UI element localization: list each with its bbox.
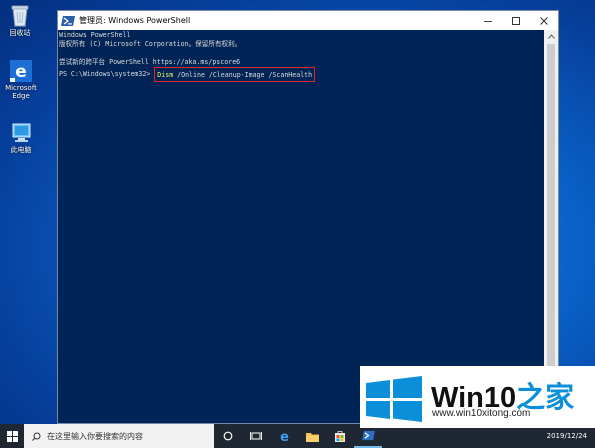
cortana-circle-icon xyxy=(223,431,233,441)
taskbar-store-button[interactable] xyxy=(326,424,354,448)
maximize-icon xyxy=(512,16,520,25)
recycle-bin-icon xyxy=(11,5,29,27)
recycle-bin-label: 回收站 xyxy=(9,29,31,37)
windows-logo-icon xyxy=(366,376,422,422)
edge-label: Microsoft Edge xyxy=(5,84,37,100)
title-bar[interactable]: 管理员: Windows PowerShell xyxy=(58,11,558,30)
desktop-icon-microsoft-edge[interactable]: e Microsoft Edge xyxy=(1,60,41,100)
console-line: 版权所有 (C) Microsoft Corporation。保留所有权利。 xyxy=(59,40,242,48)
edge-icon: e xyxy=(280,430,289,443)
chevron-up-icon xyxy=(547,33,555,39)
svg-text:e: e xyxy=(15,62,27,82)
powershell-window: 管理员: Windows PowerShell Windows PowerShe… xyxy=(57,10,559,424)
task-view-icon xyxy=(250,432,262,440)
computer-icon xyxy=(12,123,31,142)
edge-icon: e xyxy=(10,60,32,82)
desktop-icon-this-pc[interactable]: 此电脑 xyxy=(1,122,41,154)
taskbar-edge-button[interactable]: e xyxy=(270,424,298,448)
folder-icon xyxy=(305,432,319,442)
windows-logo-icon xyxy=(6,430,18,442)
watermark-url: www.win10xitong.com xyxy=(432,408,531,419)
store-bag-icon xyxy=(335,431,345,442)
search-placeholder: 在这里输入你要搜索的内容 xyxy=(47,431,143,441)
close-icon xyxy=(540,16,548,25)
svg-text:e: e xyxy=(280,430,289,443)
close-button[interactable] xyxy=(530,11,558,30)
highlighted-command: Dism /Online /Cleanup-Image /ScanHealth xyxy=(154,67,316,82)
search-icon xyxy=(32,432,41,441)
prompt-text: PS C:\Windows\system32> xyxy=(59,70,155,78)
console-line: Windows PowerShell xyxy=(59,31,131,39)
vertical-scrollbar[interactable] xyxy=(544,30,558,423)
minimize-icon xyxy=(484,20,492,22)
command-arguments: /Online /Cleanup-Image /ScanHealth xyxy=(173,70,313,79)
maximize-button[interactable] xyxy=(502,11,530,30)
scroll-up-button[interactable] xyxy=(544,30,558,42)
taskbar-search-box[interactable]: 在这里输入你要搜索的内容 xyxy=(24,424,214,448)
task-view-button[interactable] xyxy=(242,424,270,448)
powershell-icon xyxy=(61,15,75,26)
this-pc-label: 此电脑 xyxy=(10,146,32,154)
prompt-line: PS C:\Windows\system32> Dism /Online /Cl… xyxy=(59,67,545,82)
command-name: Dism xyxy=(157,70,174,79)
start-button[interactable] xyxy=(0,424,24,448)
scroll-thumb[interactable] xyxy=(547,44,555,411)
console-output[interactable]: Windows PowerShell 版权所有 (C) Microsoft Co… xyxy=(58,30,545,423)
watermark-overlay: Win10之家 www.win10xitong.com xyxy=(360,366,595,428)
cortana-button[interactable] xyxy=(214,424,242,448)
window-title: 管理员: Windows PowerShell xyxy=(79,16,191,25)
console-line: 尝试新的跨平台 PowerShell https://aka.ms/pscore… xyxy=(59,58,241,66)
desktop-icon-recycle-bin[interactable]: 回收站 xyxy=(0,3,40,37)
taskbar-explorer-button[interactable] xyxy=(298,424,326,448)
powershell-icon xyxy=(361,430,375,440)
minimize-button[interactable] xyxy=(474,11,502,30)
